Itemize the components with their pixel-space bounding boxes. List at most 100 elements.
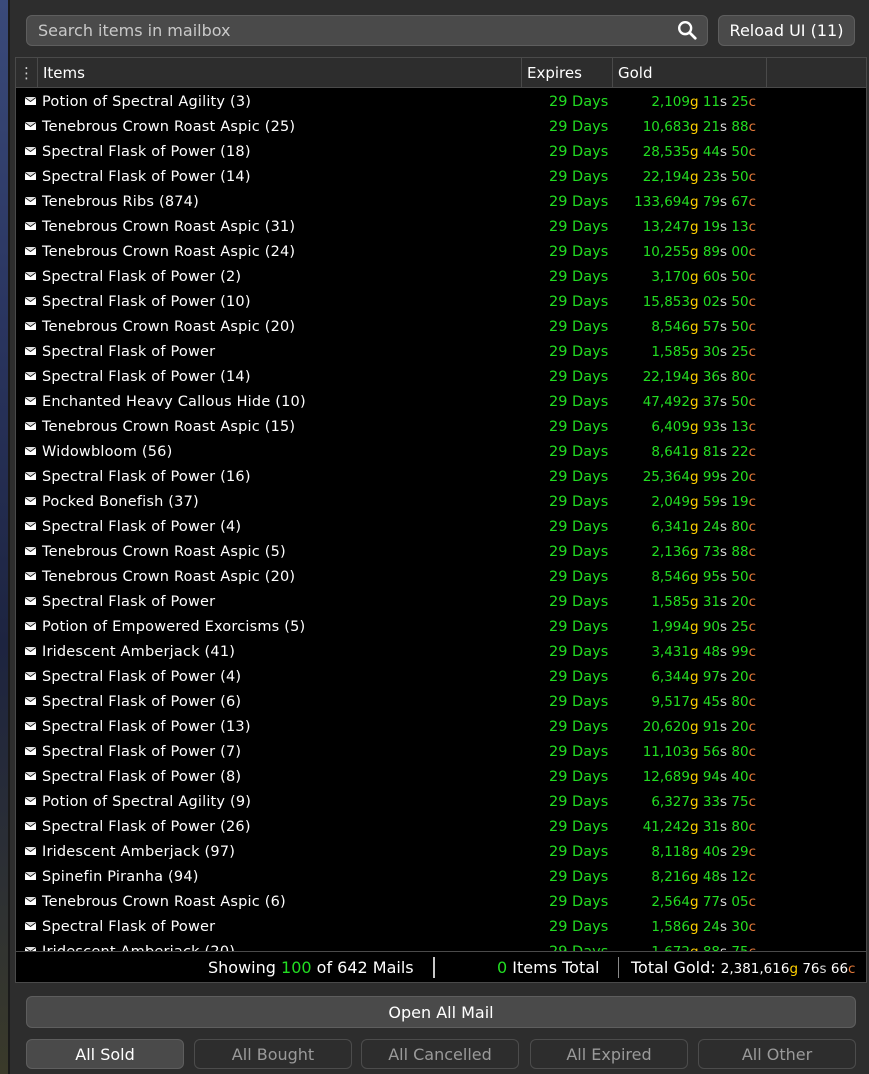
gold-unit: g — [689, 243, 699, 260]
expires-value: 29 Days — [549, 718, 609, 735]
table-row[interactable]: Widowbloom (56) 29 Days 8,641g 81s 22c — [16, 439, 866, 464]
table-row[interactable]: Tenebrous Crown Roast Aspic (31) 29 Days 1… — [16, 214, 866, 239]
mail-icon — [25, 747, 36, 755]
expires-value: 29 Days — [549, 693, 609, 710]
copper-amount: 80 — [731, 818, 749, 835]
search-icon[interactable] — [676, 19, 700, 43]
table-row[interactable]: Spectral Flask of Power (26) 29 Days 41,24… — [16, 814, 866, 839]
tab-all-other[interactable]: All Other — [698, 1039, 856, 1069]
table-row[interactable]: Tenebrous Crown Roast Aspic (20) 29 Days 8… — [16, 314, 866, 339]
table-row[interactable]: Potion of Empowered Exorcisms (5) 29 Days… — [16, 614, 866, 639]
table-row[interactable]: Spectral Flask of Power (14) 29 Days 22,19… — [16, 364, 866, 389]
copper-unit: c — [748, 918, 756, 935]
table-row[interactable]: Spectral Flask of Power (7) 29 Days 11,103… — [16, 739, 866, 764]
table-row[interactable]: Spectral Flask of Power (8) 29 Days 12,689… — [16, 764, 866, 789]
silver-amount: 81 — [702, 443, 721, 460]
silver-amount: 88 — [703, 944, 720, 952]
table-row[interactable]: Spectral Flask of Power 29 Days 1,586g 24s… — [16, 914, 866, 939]
gold-amount: 8,641 — [651, 443, 690, 460]
silver-unit: s — [720, 643, 728, 660]
column-header-expires[interactable]: Expires — [522, 58, 613, 87]
silver-unit: s — [720, 543, 728, 560]
table-row[interactable]: Enchanted Heavy Callous Hide (10) 29 Days… — [16, 389, 866, 414]
table-row[interactable]: Spectral Flask of Power (18) 29 Days 28,53… — [16, 139, 866, 164]
table-row[interactable]: Potion of Spectral Agility (9) 29 Days 6,3… — [16, 789, 866, 814]
silver-amount: 89 — [702, 243, 721, 260]
gold-value: 10,683g 21s 88c — [643, 119, 756, 135]
expires-value: 29 Days — [549, 493, 609, 510]
copper-unit: c — [748, 643, 756, 660]
table-row[interactable]: Spectral Flask of Power 29 Days 1,585g 31s… — [16, 589, 866, 614]
table-row[interactable]: Iridescent Amberjack (41) 29 Days 3,431g 4… — [16, 639, 866, 664]
gold-value: 1,586g 24s 30c — [651, 919, 756, 935]
column-header-items[interactable]: Items — [38, 58, 522, 87]
table-row[interactable]: Spectral Flask of Power (4) 29 Days 6,344g… — [16, 664, 866, 689]
table-row[interactable]: Tenebrous Crown Roast Aspic (15) 29 Days 6… — [16, 414, 866, 439]
table-row[interactable]: Tenebrous Crown Roast Aspic (24) 29 Days 1… — [16, 239, 866, 264]
table-row[interactable]: Tenebrous Crown Roast Aspic (25) 29 Days 1… — [16, 114, 866, 139]
mail-icon — [25, 847, 36, 855]
table-row[interactable]: Spectral Flask of Power (2) 29 Days 3,170g… — [16, 264, 866, 289]
item-name: Tenebrous Crown Roast Aspic (25) — [42, 118, 296, 135]
gold-value: 3,431g 48s 99c — [651, 644, 756, 660]
table-row[interactable]: Potion of Spectral Agility (3) 29 Days 2,1… — [16, 89, 866, 114]
item-name: Spectral Flask of Power (13) — [42, 718, 251, 735]
table-body[interactable]: Potion of Spectral Agility (3) 29 Days 2,1… — [16, 89, 866, 951]
mail-icon — [25, 272, 36, 280]
table-row[interactable]: Spectral Flask of Power (4) 29 Days 6,341g… — [16, 514, 866, 539]
table-row[interactable]: Spectral Flask of Power (10) 29 Days 15,85… — [16, 289, 866, 314]
search-input[interactable] — [38, 21, 676, 40]
tab-all-sold[interactable]: All Sold — [26, 1039, 184, 1069]
expires-value: 29 Days — [549, 193, 609, 210]
gold-value: 2,049g 59s 19c — [651, 494, 756, 510]
table-row[interactable]: Tenebrous Crown Roast Aspic (20) 29 Days 8… — [16, 564, 866, 589]
table-row[interactable]: Tenebrous Crown Roast Aspic (6) 29 Days 2,… — [16, 889, 866, 914]
search-bar[interactable] — [26, 15, 708, 46]
tab-all-expired[interactable]: All Expired — [530, 1039, 688, 1069]
item-name: Tenebrous Crown Roast Aspic (5) — [42, 543, 286, 560]
showing-count: 100 — [281, 958, 312, 977]
column-header-gold[interactable]: Gold — [613, 58, 767, 87]
item-name: Iridescent Amberjack (97) — [42, 843, 236, 860]
table-row[interactable]: Iridescent Amberjack (20) 29 Days 1,672g 8… — [16, 939, 866, 951]
gold-unit: g — [689, 393, 699, 410]
silver-amount: 73 — [702, 543, 721, 560]
silver-unit: s — [720, 468, 728, 485]
gold-value: 1,994g 90s 25c — [651, 619, 756, 635]
copper-unit: c — [748, 143, 756, 160]
gold-value: 2,109g 11s 25c — [651, 94, 756, 110]
table-row[interactable]: Spinefin Piranha (94) 29 Days 8,216g 48s 1… — [16, 864, 866, 889]
open-all-mail-button[interactable]: Open All Mail — [26, 996, 856, 1028]
gold-unit: g — [689, 343, 699, 360]
gold-amount: 8,118 — [651, 843, 690, 860]
table-row[interactable]: Iridescent Amberjack (97) 29 Days 8,118g 4… — [16, 839, 866, 864]
silver-amount: 44 — [702, 143, 721, 160]
footer-divider — [618, 957, 619, 978]
table-row[interactable]: Spectral Flask of Power 29 Days 1,585g 30s… — [16, 339, 866, 364]
table-row[interactable]: Spectral Flask of Power (16) 29 Days 25,36… — [16, 464, 866, 489]
tab-all-bought[interactable]: All Bought — [194, 1039, 352, 1069]
table-row[interactable]: Spectral Flask of Power (14) 29 Days 22,19… — [16, 164, 866, 189]
table-row[interactable]: Spectral Flask of Power (13) 29 Days 20,62… — [16, 714, 866, 739]
table-row[interactable]: Pocked Bonefish (37) 29 Days 2,049g 59s 19… — [16, 489, 866, 514]
gold-value: 8,216g 48s 12c — [651, 869, 756, 885]
copper-amount: 25 — [731, 93, 749, 110]
gold-value: 22,194g 36s 80c — [643, 369, 756, 385]
gold-unit: g — [789, 961, 799, 977]
copper-unit: c — [748, 618, 756, 635]
table-row[interactable]: Spectral Flask of Power (6) 29 Days 9,517g… — [16, 689, 866, 714]
reload-ui-button[interactable]: Reload UI (11) — [718, 15, 855, 46]
copper-amount: 13 — [731, 418, 749, 435]
item-name: Potion of Spectral Agility (9) — [42, 793, 252, 810]
table-row[interactable]: Tenebrous Ribs (874) 29 Days 133,694g 79s … — [16, 189, 866, 214]
table-row[interactable]: Tenebrous Crown Roast Aspic (5) 29 Days 2,… — [16, 539, 866, 564]
column-menu-icon[interactable]: ⋮ — [16, 58, 38, 87]
tab-all-cancelled[interactable]: All Cancelled — [361, 1039, 519, 1069]
gold-value: 20,620g 91s 20c — [643, 719, 756, 735]
copper-unit: c — [748, 693, 756, 710]
silver-amount: 93 — [702, 418, 721, 435]
silver-unit: s — [720, 343, 728, 360]
copper-amount: 80 — [731, 368, 749, 385]
mail-icon — [25, 872, 36, 880]
expires-value: 29 Days — [549, 518, 609, 535]
